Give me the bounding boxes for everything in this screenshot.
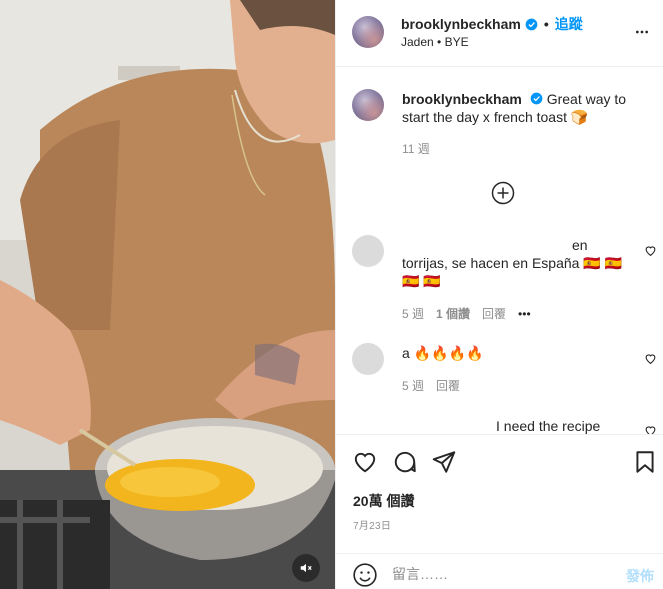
reply-button[interactable]: 回覆 (436, 377, 460, 394)
post-side-panel: brooklynbeckham • 追蹤 Jaden • BYE brookly… (335, 0, 663, 589)
post-caption: brooklynbeckham Great way to start the d… (402, 90, 642, 126)
muted-speaker-icon (299, 561, 313, 575)
mute-toggle-button[interactable] (292, 554, 320, 582)
comment-text-top: en (572, 237, 588, 250)
comment-age[interactable]: 5 週 (402, 377, 424, 394)
emoji-icon[interactable] (352, 562, 378, 588)
comment-text: a 🔥🔥🔥🔥 (402, 345, 484, 361)
comment-input[interactable] (392, 562, 612, 586)
comments-section: brooklynbeckham Great way to start the d… (336, 68, 663, 434)
post-header: brooklynbeckham • 追蹤 Jaden • BYE (336, 0, 663, 67)
reply-button[interactable]: 回覆 (482, 305, 506, 322)
verified-badge-icon (530, 91, 543, 105)
caption-username[interactable]: brooklynbeckham (402, 91, 522, 107)
comment-text: I need the recipe (496, 418, 601, 434)
more-options-icon[interactable] (634, 24, 650, 43)
comment-form: 發佈 (336, 553, 663, 589)
comment-like-icon[interactable] (644, 424, 657, 434)
post-video[interactable] (0, 0, 335, 589)
commenter-avatar[interactable] (352, 235, 384, 267)
author-avatar[interactable] (352, 16, 384, 48)
audio-label[interactable]: Jaden • BYE (401, 35, 469, 49)
video-frame-image (0, 0, 335, 589)
caption-age[interactable]: 11 週 (402, 140, 430, 157)
verified-badge-icon (525, 18, 538, 31)
likes-count[interactable]: 20萬 個讚 (353, 491, 414, 511)
comment-age[interactable]: 5 週 (402, 305, 424, 322)
post-comment-button[interactable]: 發佈 (626, 566, 654, 586)
comment-icon[interactable] (392, 449, 418, 475)
comment-meta: 5 週 1 個讚 回覆 ••• (402, 305, 531, 322)
post-actions: 20萬 個讚 7月23日 發佈 (336, 434, 663, 589)
heart-icon[interactable] (352, 449, 378, 475)
commenter-avatar[interactable] (352, 343, 384, 375)
header-user-row: brooklynbeckham • 追蹤 (401, 14, 583, 34)
comment-meta: 5 週 回覆 (402, 377, 460, 394)
comment-more-button[interactable]: ••• (518, 307, 531, 321)
send-icon[interactable] (431, 449, 457, 475)
follow-button[interactable]: 追蹤 (555, 14, 583, 34)
comment-like-icon[interactable] (644, 352, 657, 365)
post-date[interactable]: 7月23日 (353, 517, 391, 532)
comment-likes[interactable]: 1 個讚 (436, 305, 470, 322)
comment-like-icon[interactable] (644, 244, 657, 257)
author-username[interactable]: brooklynbeckham (401, 16, 521, 32)
separator-dot: • (543, 16, 549, 32)
caption-avatar[interactable] (352, 89, 384, 121)
comment-text: torrijas, se hacen en España 🇪🇸 🇪🇸 🇪🇸 🇪🇸 (402, 255, 623, 289)
bookmark-icon[interactable] (632, 449, 658, 475)
plus-circle-icon[interactable] (491, 181, 515, 205)
